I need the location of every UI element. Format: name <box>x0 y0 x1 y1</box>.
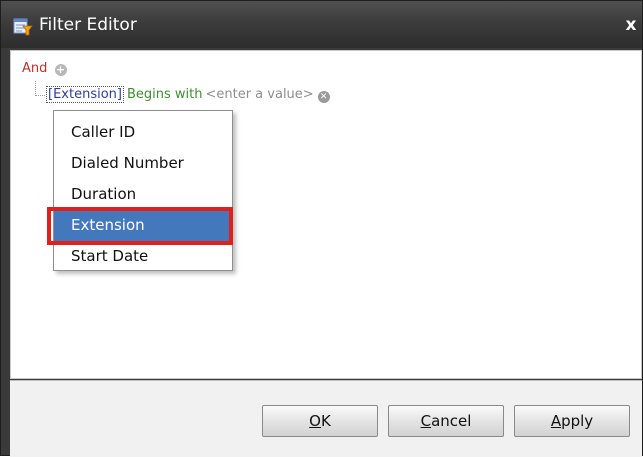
remove-condition-icon[interactable]: ✕ <box>317 91 330 103</box>
tree-connector-line <box>35 81 45 96</box>
condition-value-input[interactable]: <enter a value> <box>205 87 313 102</box>
apply-button[interactable]: Apply <box>514 405 630 437</box>
filter-editor-window: Filter Editor x And + [Extension] Begins … <box>0 0 643 457</box>
condition-field-link[interactable]: [Extension] <box>46 86 124 103</box>
window-title: Filter Editor <box>39 15 137 35</box>
cancel-button[interactable]: Cancel <box>388 405 504 437</box>
ok-mnemonic: O <box>309 412 321 430</box>
apply-label-rest: pply <box>561 412 594 430</box>
dialog-button-bar: OK Cancel Apply <box>10 380 642 457</box>
dropdown-item-start-date[interactable]: Start Date <box>54 241 232 272</box>
condition-operator-link[interactable]: Begins with <box>127 87 203 102</box>
filter-editor-icon <box>13 18 33 36</box>
ok-label-rest: K <box>320 412 331 430</box>
close-button[interactable]: x <box>622 15 640 35</box>
dropdown-item-caller-id[interactable]: Caller ID <box>54 117 232 148</box>
field-dropdown-menu: Caller ID Dialed Number Duration Extensi… <box>53 110 233 271</box>
highlight-annotation-box <box>47 207 233 245</box>
filter-condition-row: [Extension] Begins with <enter a value> ✕ <box>46 86 330 103</box>
cancel-mnemonic: C <box>420 412 432 430</box>
group-operator-link[interactable]: And <box>22 61 47 76</box>
dropdown-item-duration[interactable]: Duration <box>54 179 232 210</box>
cancel-label-rest: ancel <box>431 412 472 430</box>
filter-group-row: And + <box>22 61 67 77</box>
ok-button[interactable]: OK <box>262 405 378 437</box>
add-condition-icon[interactable]: + <box>54 64 67 76</box>
title-bar[interactable]: Filter Editor x <box>1 1 642 48</box>
apply-mnemonic: A <box>550 412 562 430</box>
dropdown-item-dialed-number[interactable]: Dialed Number <box>54 148 232 179</box>
